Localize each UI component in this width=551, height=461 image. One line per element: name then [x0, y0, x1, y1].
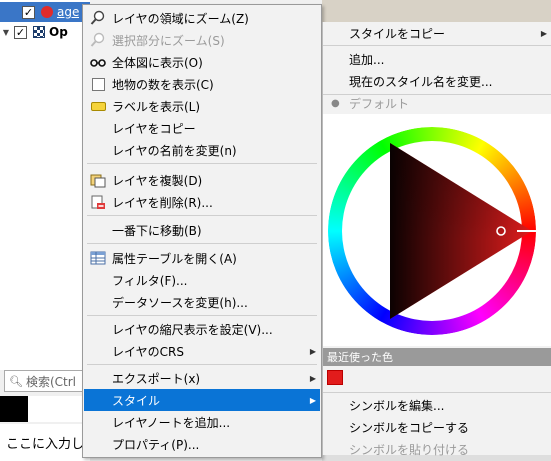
- zoom-layer-icon: [90, 10, 106, 26]
- menu-item-properties[interactable]: プロパティ(P)...: [84, 433, 320, 455]
- taskbar-strip-light: [28, 396, 90, 422]
- menu-item-copy-layer[interactable]: レイヤをコピー: [84, 117, 320, 139]
- raster-layer-icon: [33, 26, 45, 38]
- menu-item-filter[interactable]: フィルタ(F)...: [84, 269, 320, 291]
- color-wheel[interactable]: [323, 114, 551, 346]
- style-submenu: スタイルをコピー ▶ 追加... 現在のスタイル名を変更... ● デフォルト: [322, 22, 551, 457]
- map-canvas[interactable]: [322, 0, 551, 22]
- layer-visibility-checkbox[interactable]: ✓: [22, 5, 35, 19]
- menu-separator: [87, 163, 317, 164]
- menu-separator: [87, 364, 317, 365]
- chevron-right-icon: ▶: [309, 373, 316, 383]
- menu-item-remove-layer[interactable]: レイヤを削除(R)...: [84, 191, 320, 213]
- menu-separator: [87, 315, 317, 316]
- duplicate-layer-icon: [90, 172, 106, 188]
- menu-item-style[interactable]: スタイル ▶: [84, 389, 320, 411]
- menu-separator: [323, 392, 551, 393]
- submenu-item-rename-current-style[interactable]: 現在のスタイル名を変更...: [323, 70, 551, 92]
- submenu-item-copy-style[interactable]: スタイルをコピー ▶: [323, 22, 551, 44]
- menu-item-duplicate-layer[interactable]: レイヤを複製(D): [84, 169, 320, 191]
- layer-visibility-checkbox[interactable]: ✓: [14, 25, 27, 39]
- point-symbol-icon: [41, 6, 53, 18]
- expand-arrow-icon[interactable]: ▼: [0, 28, 12, 37]
- menu-separator: [87, 243, 317, 244]
- submenu-item-default-style[interactable]: ● デフォルト: [323, 92, 551, 114]
- taskbar-search-input[interactable]: ここに入力し: [0, 424, 90, 461]
- menu-item-export[interactable]: エクスポート(x) ▶: [84, 367, 320, 389]
- menu-item-move-to-bottom[interactable]: 一番下に移動(B): [84, 219, 320, 241]
- menu-item-open-attribute-table[interactable]: 属性テーブルを開く(A): [84, 247, 320, 269]
- menu-item-rename-layer[interactable]: レイヤの名前を変更(n): [84, 139, 320, 161]
- submenu-item-paste-symbol[interactable]: シンボルを貼り付ける: [323, 438, 551, 460]
- layer-context-menu: レイヤの領域にズーム(Z) 選択部分にズーム(S) 全体図に表示(O) 地物の数…: [82, 4, 322, 458]
- layers-panel: ✓ age ▼ ✓ Op: [0, 0, 90, 370]
- layer-name: Op: [49, 25, 68, 39]
- layer-tree-row[interactable]: ✓ age: [0, 2, 90, 22]
- layer-search-input[interactable]: 🔍︎ 検索(Ctrl: [4, 370, 90, 392]
- zoom-selection-icon: [90, 32, 106, 48]
- chevron-right-icon: ▶: [540, 28, 547, 38]
- menu-item-zoom-to-layer[interactable]: レイヤの領域にズーム(Z): [84, 7, 320, 29]
- checkbox-icon: [90, 76, 106, 92]
- search-icon: 🔍︎: [9, 374, 23, 388]
- menu-separator: [87, 215, 317, 216]
- menu-item-set-layer-scale-visibility[interactable]: レイヤの縮尺表示を設定(V)...: [84, 318, 320, 340]
- color-wheel-widget[interactable]: [323, 114, 551, 346]
- menu-item-show-in-overview[interactable]: 全体図に表示(O): [84, 51, 320, 73]
- remove-layer-icon: [90, 194, 106, 210]
- menu-item-layer-crs[interactable]: レイヤのCRS ▶: [84, 340, 320, 362]
- radio-bullet-icon: ●: [331, 97, 340, 109]
- submenu-item-copy-symbol[interactable]: シンボルをコピーする: [323, 416, 551, 438]
- menu-item-add-layer-notes[interactable]: レイヤノートを追加...: [84, 411, 320, 433]
- attribute-table-icon: [90, 250, 106, 266]
- chevron-right-icon: ▶: [309, 346, 316, 356]
- menu-item-zoom-to-selection[interactable]: 選択部分にズーム(S): [84, 29, 320, 51]
- search-placeholder: 検索(Ctrl: [25, 374, 77, 389]
- layer-name: age: [57, 5, 80, 19]
- menu-separator: [323, 45, 551, 46]
- recent-color-swatch[interactable]: [327, 370, 343, 385]
- menu-item-change-data-source[interactable]: データソースを変更(h)...: [84, 291, 320, 313]
- menu-item-show-feature-count[interactable]: 地物の数を表示(C): [84, 73, 320, 95]
- label-icon: [90, 98, 106, 114]
- submenu-item-edit-symbol[interactable]: シンボルを編集...: [323, 394, 551, 416]
- glasses-icon: [90, 54, 106, 70]
- submenu-item-add-style[interactable]: 追加...: [323, 48, 551, 70]
- chevron-right-icon: ▶: [309, 395, 316, 405]
- menu-item-show-labels[interactable]: ラベルを表示(L): [84, 95, 320, 117]
- layer-tree-row[interactable]: ▼ ✓ Op: [0, 22, 90, 42]
- recent-colors-header: 最近使った色: [323, 348, 551, 366]
